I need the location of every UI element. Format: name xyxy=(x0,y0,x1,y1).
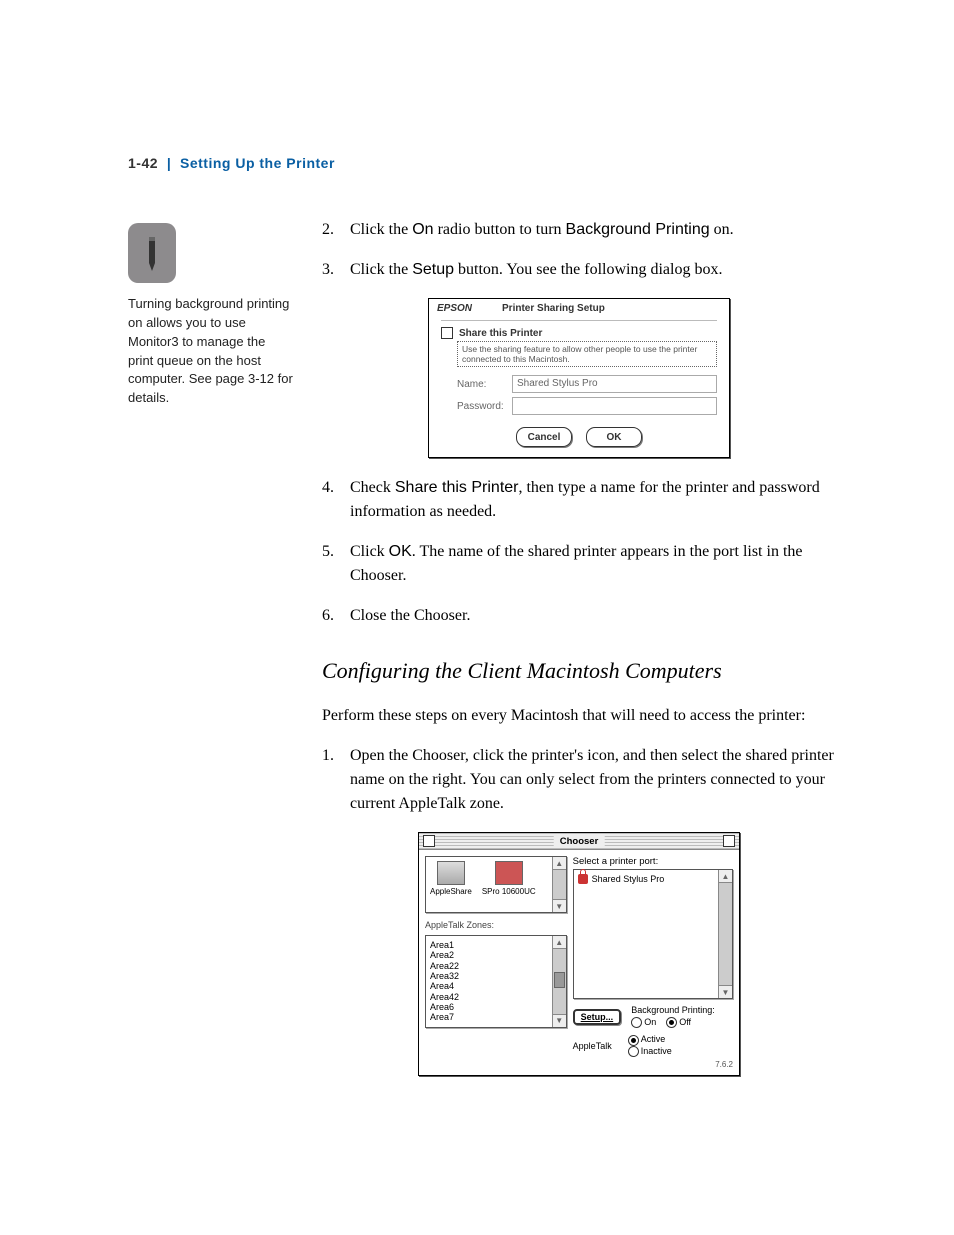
appleshare-item[interactable]: AppleShare xyxy=(430,861,472,896)
bgprint-on-radio[interactable]: On xyxy=(631,1017,656,1027)
cancel-button[interactable]: Cancel xyxy=(516,427,572,447)
share-hint: Use the sharing feature to allow other p… xyxy=(457,341,717,367)
step-number: 6. xyxy=(322,604,350,628)
zone-item[interactable]: Area2 xyxy=(430,950,548,960)
bgprint-off-radio[interactable]: Off xyxy=(666,1017,691,1027)
zone-item[interactable]: Area22 xyxy=(430,961,548,971)
scroll-up-icon[interactable]: ▲ xyxy=(553,857,566,870)
step-text: Click OK. The name of the shared printer… xyxy=(350,540,836,588)
step-number: 2. xyxy=(322,218,350,242)
note-text: Turning background printing on allows yo… xyxy=(128,295,293,408)
zoom-icon[interactable] xyxy=(723,835,735,847)
chooser-title: Chooser xyxy=(554,836,605,847)
intro-paragraph: Perform these steps on every Macintosh t… xyxy=(322,704,836,728)
chooser-titlebar[interactable]: Chooser xyxy=(419,833,739,850)
scroll-down-icon[interactable]: ▼ xyxy=(719,985,732,998)
port-item[interactable]: Shared Stylus Pro xyxy=(578,874,714,884)
printer-sharing-dialog: EPSON Printer Sharing Setup Share this P… xyxy=(428,298,730,458)
zone-item[interactable]: Area42 xyxy=(430,992,548,1002)
step-6: 6. Close the Chooser. xyxy=(322,604,836,628)
password-label: Password: xyxy=(457,401,512,412)
zone-item[interactable]: Area1 xyxy=(430,940,548,950)
client-step-1: 1. Open the Chooser, click the printer's… xyxy=(322,744,836,816)
step-5: 5. Click OK. The name of the shared prin… xyxy=(322,540,836,588)
share-printer-checkbox[interactable]: Share this Printer xyxy=(441,327,717,339)
page-number: 1-42 xyxy=(128,155,158,171)
chooser-printer-pane[interactable]: AppleShare SPro 10600UC ▲ ▼ xyxy=(425,856,567,913)
step-number: 3. xyxy=(322,258,350,282)
main-content: 2. Click the On radio button to turn Bac… xyxy=(322,218,836,1076)
chooser-window: Chooser AppleShare SPro 10600UC xyxy=(418,832,740,1076)
step-3: 3. Click the Setup button. You see the f… xyxy=(322,258,836,282)
scroll-up-icon[interactable]: ▲ xyxy=(553,936,566,949)
margin-note: Turning background printing on allows yo… xyxy=(128,223,293,408)
scroll-down-icon[interactable]: ▼ xyxy=(553,1014,566,1027)
step-text: Click the Setup button. You see the foll… xyxy=(350,258,836,282)
zone-item[interactable]: Area6 xyxy=(430,1002,548,1012)
section-title: Setting Up the Printer xyxy=(180,155,335,171)
appletalk-inactive-radio[interactable]: Inactive xyxy=(628,1046,672,1058)
appletalk-group: Active Inactive xyxy=(628,1034,672,1057)
printer-icon xyxy=(495,861,523,885)
name-label: Name: xyxy=(457,379,512,390)
step-text: Close the Chooser. xyxy=(350,604,836,628)
step-text: Open the Chooser, click the printer's ic… xyxy=(350,744,836,816)
zone-item[interactable]: Area7 xyxy=(430,1012,548,1022)
name-field-row: Name: Shared Stylus Pro xyxy=(457,375,717,393)
setup-button[interactable]: Setup... xyxy=(573,1009,622,1025)
pencil-icon xyxy=(128,223,176,283)
epson-logo: EPSON xyxy=(437,303,472,314)
scrollbar[interactable]: ▲ ▼ xyxy=(552,936,566,1027)
subsection-heading: Configuring the Client Macintosh Compute… xyxy=(322,658,836,684)
ok-button[interactable]: OK xyxy=(586,427,642,447)
spro-item[interactable]: SPro 10600UC xyxy=(482,861,536,896)
appleshare-icon xyxy=(437,861,465,885)
printer-name: SPro 10600UC xyxy=(482,887,536,896)
bgprint-label: Background Printing: xyxy=(631,1005,715,1017)
appletalk-label: AppleTalk xyxy=(573,1041,612,1051)
step-number: 4. xyxy=(322,476,350,524)
zones-pane[interactable]: Area1Area2Area22Area32Area4Area42Area6Ar… xyxy=(425,935,567,1028)
name-input[interactable]: Shared Stylus Pro xyxy=(512,375,717,393)
scrollbar[interactable]: ▲ ▼ xyxy=(718,870,732,998)
zone-item[interactable]: Area4 xyxy=(430,981,548,991)
dialog-titlebar: EPSON Printer Sharing Setup xyxy=(429,299,729,316)
header-separator: | xyxy=(167,155,171,171)
checkbox-icon[interactable] xyxy=(441,327,453,339)
password-input[interactable] xyxy=(512,397,717,415)
step-text: Check Share this Printer, then type a na… xyxy=(350,476,836,524)
port-name: Shared Stylus Pro xyxy=(592,874,665,884)
printer-name: AppleShare xyxy=(430,887,472,896)
page-header: 1-42 | Setting Up the Printer xyxy=(128,155,335,171)
port-list-pane[interactable]: Shared Stylus Pro ▲ ▼ xyxy=(573,869,733,999)
port-label: Select a printer port: xyxy=(573,856,733,867)
share-printer-label: Share this Printer xyxy=(459,328,542,339)
chooser-version: 7.6.2 xyxy=(573,1060,733,1069)
step-2: 2. Click the On radio button to turn Bac… xyxy=(322,218,836,242)
background-printing-group: Background Printing: On Off xyxy=(631,1005,715,1028)
password-field-row: Password: xyxy=(457,397,717,415)
step-number: 1. xyxy=(322,744,350,816)
zone-item[interactable]: Area32 xyxy=(430,971,548,981)
scroll-up-icon[interactable]: ▲ xyxy=(719,870,732,883)
lock-icon xyxy=(578,874,588,884)
appletalk-active-radio[interactable]: Active xyxy=(628,1034,672,1046)
step-4: 4. Check Share this Printer, then type a… xyxy=(322,476,836,524)
dialog-title: Printer Sharing Setup xyxy=(502,303,605,314)
step-number: 5. xyxy=(322,540,350,588)
zones-label: AppleTalk Zones: xyxy=(425,920,567,930)
step-text: Click the On radio button to turn Backgr… xyxy=(350,218,836,242)
close-icon[interactable] xyxy=(423,835,435,847)
scroll-down-icon[interactable]: ▼ xyxy=(553,899,566,912)
scrollbar[interactable]: ▲ ▼ xyxy=(552,857,566,912)
